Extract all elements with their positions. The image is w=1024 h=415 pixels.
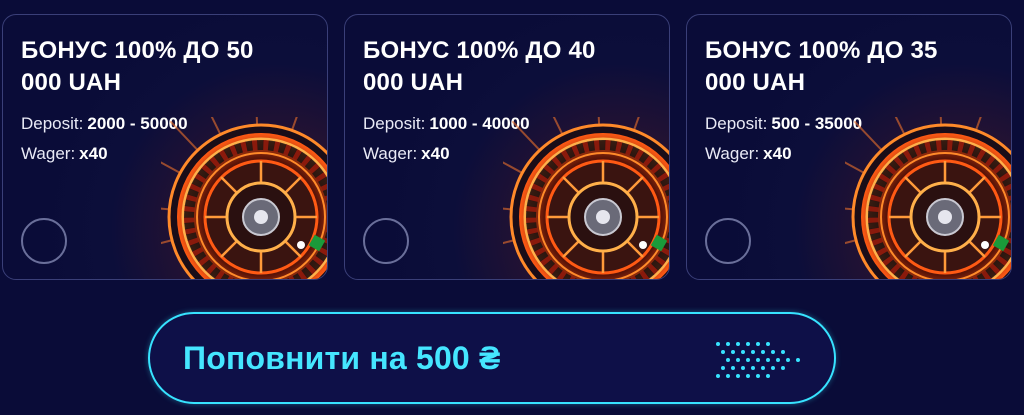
roulette-wheel-image	[845, 117, 1012, 280]
wager-label: Wager:	[363, 144, 418, 163]
bonus-select-radio[interactable]	[21, 218, 67, 264]
bonus-card[interactable]: БОНУС 100% ДО 50 000 UAH Deposit: 2000 - …	[2, 14, 328, 280]
wager-row: Wager: x40	[705, 143, 792, 165]
deposit-label: Deposit:	[21, 114, 84, 133]
wager-value: x40	[421, 144, 450, 163]
deposit-label: Deposit:	[705, 114, 768, 133]
wager-value: x40	[763, 144, 792, 163]
bonus-title: БОНУС 100% ДО 35 000 UAH	[705, 37, 938, 96]
arrow-chevrons-icon	[716, 342, 800, 378]
wager-row: Wager: x40	[21, 143, 108, 165]
deposit-label: Deposit:	[363, 114, 426, 133]
bonus-card[interactable]: БОНУС 100% ДО 40 000 UAH Deposit: 1000 - …	[344, 14, 670, 280]
bonus-card[interactable]: БОНУС 100% ДО 35 000 UAH Deposit: 500 - 3…	[686, 14, 1012, 280]
deposit-button[interactable]: Поповнити на 500 ₴	[148, 312, 836, 404]
bonus-select-radio[interactable]	[363, 218, 409, 264]
bonus-title: БОНУС 100% ДО 40 000 UAH	[363, 37, 596, 96]
bonus-select-radio[interactable]	[705, 218, 751, 264]
wager-label: Wager:	[21, 144, 76, 163]
bonus-cards: БОНУС 100% ДО 50 000 UAH Deposit: 2000 - …	[2, 14, 1022, 280]
bonus-page: БОНУС 100% ДО 50 000 UAH Deposit: 2000 - …	[0, 0, 1024, 415]
deposit-button-label: Поповнити на 500 ₴	[183, 340, 501, 376]
bonus-title: БОНУС 100% ДО 50 000 UAH	[21, 37, 254, 96]
wager-value: x40	[79, 144, 108, 163]
wager-label: Wager:	[705, 144, 760, 163]
roulette-wheel-image	[161, 117, 328, 280]
wager-row: Wager: x40	[363, 143, 450, 165]
deposit-row: Deposit: 500 - 35000	[705, 113, 862, 135]
roulette-wheel-image	[503, 117, 670, 280]
